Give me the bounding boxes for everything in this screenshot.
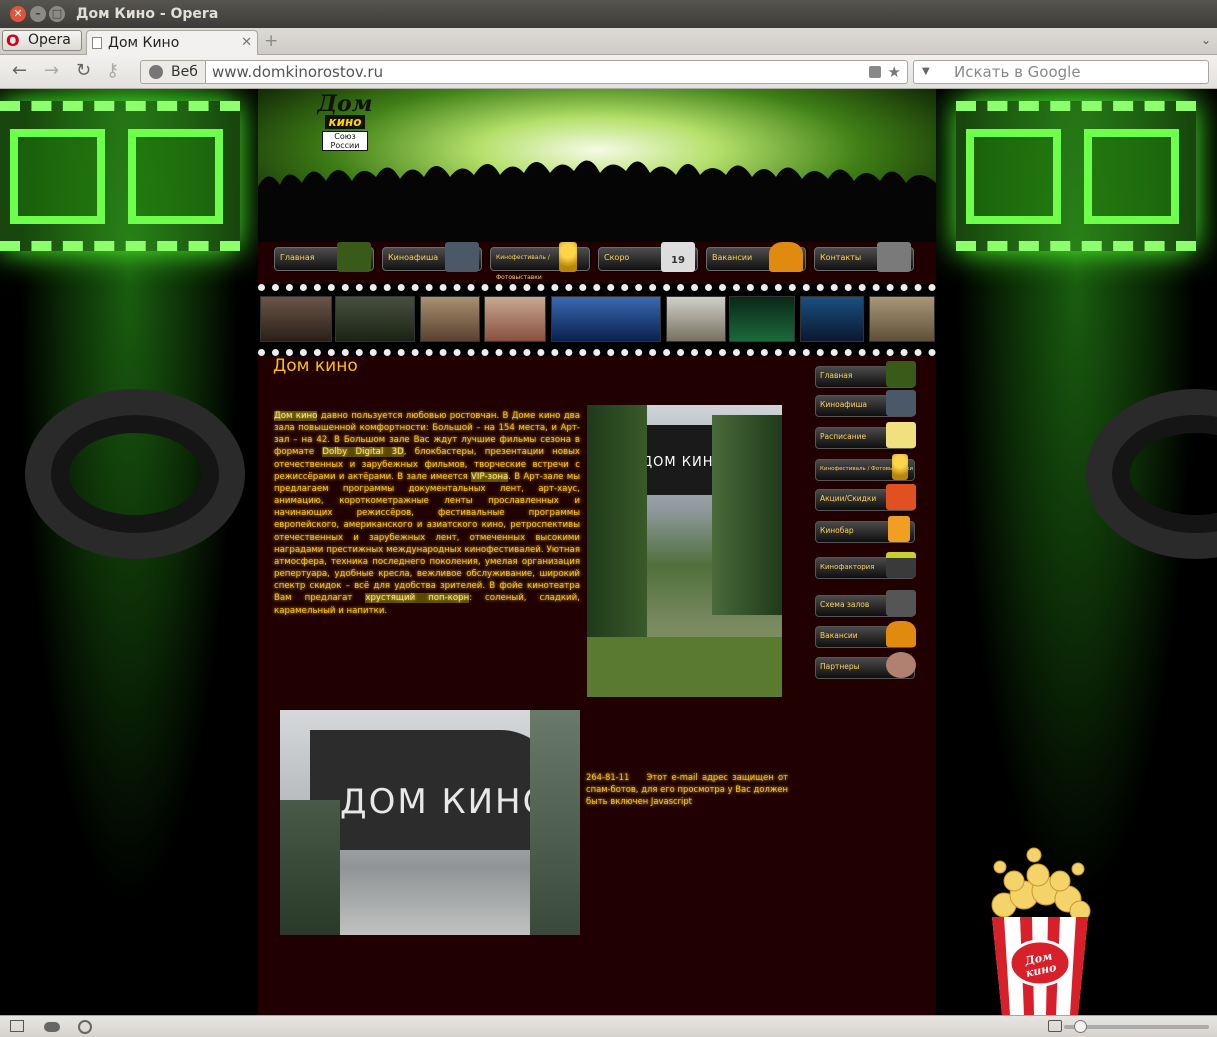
film-3d-icon	[886, 390, 916, 416]
window-title: Дом Кино - Opera	[76, 6, 219, 22]
film-3d-icon	[445, 242, 479, 272]
film-frame	[800, 296, 864, 342]
new-tab-icon[interactable]: +	[264, 31, 278, 51]
sidenav-home[interactable]: Главная	[815, 361, 916, 388]
bookmark-star-icon[interactable]: ★	[888, 61, 901, 83]
crowd-icon	[337, 242, 371, 272]
cinema-entrance-photo: ДОМ КИНО	[587, 405, 782, 697]
film-frame	[551, 296, 661, 342]
sidenav-bar[interactable]: Кинобар	[815, 516, 915, 543]
back-icon[interactable]: ←	[12, 61, 27, 81]
topnav-festival[interactable]: Кинофестиваль / Фотовыставки	[490, 242, 590, 281]
view-icon[interactable]	[1048, 1020, 1062, 1032]
sidenav-hall-scheme[interactable]: Схема залов	[815, 590, 916, 617]
crowd-icon	[886, 361, 916, 387]
topnav-contacts[interactable]: Контакты	[814, 242, 914, 272]
window-titlebar: ✕ – □ Дом Кино - Opera	[0, 0, 1217, 28]
film-reel-decor	[1086, 389, 1217, 559]
close-window-icon[interactable]: ✕	[10, 6, 26, 22]
sidenav-festival[interactable]: Кинофестиваль / Фотовыставки	[815, 454, 915, 481]
url-field[interactable]: www.domkinorostov.ru ★	[205, 60, 908, 84]
intro-text: Дом кино давно пользуется любовью ростов…	[274, 411, 580, 616]
reload-icon[interactable]: ↻	[76, 61, 91, 81]
topnav-home[interactable]: Главная	[274, 242, 374, 272]
topnav-coming-soon[interactable]: Скоро 19	[598, 242, 698, 272]
clapperboard-icon	[886, 552, 916, 578]
opera-menu-button[interactable]: O Opera	[2, 30, 82, 51]
tab-bar: O Opera Дом Кино ✕ + ⌄	[0, 28, 1217, 56]
sidenav-kinofactory[interactable]: Кинофактория	[815, 552, 916, 579]
cloud-icon[interactable]	[44, 1022, 60, 1032]
site-logo[interactable]: Дом кино Союз России	[311, 93, 379, 161]
calendar-icon: 19	[661, 242, 695, 272]
topnav-schedule[interactable]: Киноафиша	[382, 242, 482, 272]
handshake-icon	[886, 652, 916, 678]
page-icon	[92, 37, 102, 49]
minimize-window-icon[interactable]: –	[30, 6, 46, 22]
film-frame	[260, 296, 332, 342]
speed-dial-icon[interactable]	[78, 1020, 92, 1034]
sidenav-discounts[interactable]: Акции/Скидки	[815, 484, 916, 511]
beer-icon	[888, 516, 910, 542]
globe-icon	[149, 65, 163, 79]
oscar-icon	[892, 454, 908, 480]
tab-list-icon[interactable]: ⌄	[1201, 33, 1211, 47]
rss-icon[interactable]	[869, 66, 881, 78]
status-bar	[0, 1015, 1217, 1037]
film-frame	[420, 296, 480, 342]
opera-logo-icon: O	[6, 31, 20, 50]
zoom-slider[interactable]	[1064, 1020, 1209, 1033]
phone-number[interactable]: 264-81-11	[586, 772, 629, 782]
film-strip-decor	[956, 101, 1196, 251]
film-strip-decor	[0, 101, 240, 251]
address-toolbar: ← → ↻ ⚷ Веб www.domkinorostov.ru ★ ▼ Иск…	[0, 55, 1217, 89]
page-title: Дом кино	[273, 356, 358, 376]
tab-title: Дом Кино	[108, 35, 180, 51]
web-page: Дом кино Союз России Главная Киноафиша Ки…	[0, 89, 1217, 1015]
film-frame	[666, 296, 726, 342]
maximize-window-icon[interactable]: □	[49, 6, 65, 22]
left-decor	[0, 89, 258, 1015]
photo-sign: ДОМ КИНО	[340, 782, 552, 822]
sidenav-partners[interactable]: Партнеры	[815, 652, 916, 679]
top-navigation: Главная Киноафиша Кинофестиваль / Фотовы…	[258, 242, 936, 282]
close-tab-icon[interactable]: ✕	[241, 31, 252, 55]
search-engine-dropdown-icon[interactable]: ▼	[922, 61, 930, 83]
sidenav-schedule[interactable]: Киноафиша	[815, 390, 916, 417]
chair-icon	[769, 242, 803, 272]
cinema-facade-photo: ДОМ КИНО	[280, 710, 580, 935]
search-field[interactable]: ▼ Искать в Google	[913, 60, 1209, 84]
film-frame	[869, 296, 935, 342]
oscar-icon	[559, 242, 577, 272]
sidenav-vacancies[interactable]: Вакансии	[815, 621, 916, 648]
phone-icon	[877, 242, 911, 272]
web-scope-button[interactable]: Веб	[140, 60, 206, 84]
film-frame	[335, 296, 415, 342]
film-reel-decor	[25, 389, 245, 559]
main-content: Дом кино Дом кино давно пользуется любов…	[258, 356, 936, 1015]
notepad-icon	[886, 422, 916, 448]
key-icon[interactable]: ⚷	[106, 61, 119, 81]
topnav-vacancies[interactable]: Вакансии	[706, 242, 806, 272]
contact-info: 264-81-11 Этот e-mail адрес защищен от с…	[586, 771, 788, 807]
site-container: Дом кино Союз России Главная Киноафиша Ки…	[258, 89, 936, 1015]
forward-icon[interactable]: →	[44, 61, 59, 81]
tab-active[interactable]: Дом Кино ✕	[86, 30, 258, 56]
film-frame	[729, 296, 795, 342]
seats-icon	[886, 590, 916, 616]
chair-icon	[886, 621, 916, 647]
zoom-slider-handle[interactable]	[1074, 1020, 1087, 1033]
discount-card-icon	[886, 484, 916, 510]
site-header: Дом кино Союз России	[258, 89, 936, 242]
audience-silhouette	[258, 160, 936, 242]
popcorn-bucket-icon	[991, 847, 1091, 1015]
sidenav-timetable[interactable]: Расписание	[815, 422, 916, 449]
panel-toggle-icon[interactable]	[10, 1020, 24, 1032]
film-strip-banner	[258, 284, 936, 356]
film-frame	[484, 296, 546, 342]
